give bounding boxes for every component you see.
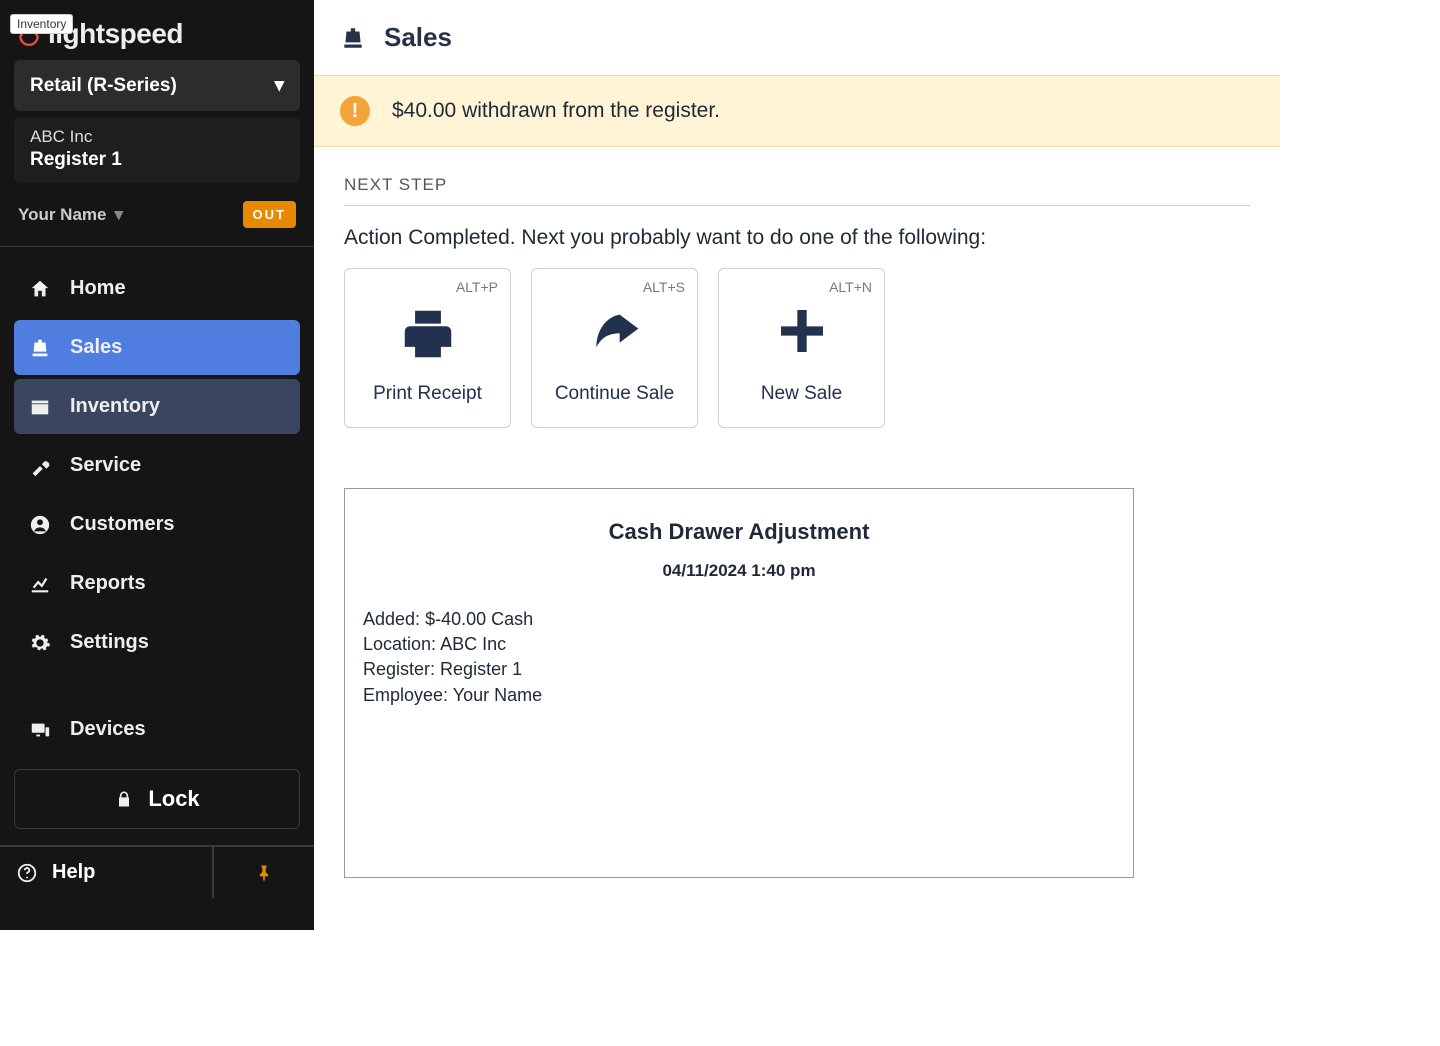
chevron-down-icon: ▾: [274, 74, 284, 97]
continue-sale-button[interactable]: ALT+S Continue Sale: [531, 268, 698, 428]
next-step-label: NEXT STEP: [344, 175, 1250, 206]
lock-icon: [114, 789, 134, 809]
receipt-panel: Cash Drawer Adjustment 04/11/2024 1:40 p…: [344, 488, 1134, 878]
nav-inventory[interactable]: Inventory: [14, 379, 300, 434]
nav-reports-label: Reports: [70, 572, 146, 595]
continue-sale-label: Continue Sale: [555, 383, 674, 405]
share-arrow-icon: [581, 303, 649, 359]
nav-sales-label: Sales: [70, 336, 122, 359]
next-step-instruction: Action Completed. Next you probably want…: [344, 226, 1250, 250]
plus-icon: [774, 303, 830, 359]
print-receipt-button[interactable]: ALT+P Print Receipt: [344, 268, 511, 428]
receipt-datetime: 04/11/2024 1:40 pm: [363, 561, 1115, 581]
nav-settings-label: Settings: [70, 631, 149, 654]
shortcut-label: ALT+N: [829, 279, 872, 295]
product-selector-label: Retail (R-Series): [30, 75, 177, 97]
notification-banner: ! $40.00 withdrawn from the register.: [314, 75, 1280, 147]
pin-button[interactable]: [214, 847, 314, 898]
nav-customers[interactable]: Customers: [14, 497, 300, 552]
shortcut-label: ALT+S: [643, 279, 685, 295]
print-receipt-label: Print Receipt: [373, 383, 482, 405]
receipt-employee-label: Employee:: [363, 685, 448, 705]
page-title: Sales: [384, 22, 452, 53]
receipt-location-value: ABC Inc: [440, 634, 506, 654]
nav-devices[interactable]: Devices: [14, 702, 300, 757]
nav-devices-label: Devices: [70, 718, 146, 741]
help-button[interactable]: Help: [0, 847, 214, 898]
tooltip-inventory: Inventory: [10, 14, 73, 34]
receipt-added-value: $-40.00 Cash: [425, 609, 533, 629]
register-icon: [28, 337, 52, 359]
main-nav: Home Sales Inventory Service: [0, 247, 314, 761]
nav-service-label: Service: [70, 454, 141, 477]
receipt-employee-value: Your Name: [453, 685, 542, 705]
inventory-icon: [28, 396, 52, 418]
caret-down-icon: ▾: [115, 205, 124, 225]
receipt-register-value: Register 1: [440, 659, 522, 679]
customers-icon: [28, 514, 52, 536]
clock-out-badge[interactable]: OUT: [243, 201, 296, 228]
location-register-block[interactable]: ABC Inc Register 1: [14, 117, 300, 183]
receipt-added-label: Added:: [363, 609, 420, 629]
home-icon: [28, 278, 52, 300]
receipt-details: Added: $-40.00 Cash Location: ABC Inc Re…: [363, 607, 1115, 708]
main-content: Sales ! $40.00 withdrawn from the regist…: [314, 0, 1280, 930]
shortcut-label: ALT+P: [456, 279, 498, 295]
company-name: ABC Inc: [30, 127, 284, 147]
help-icon: [16, 862, 38, 884]
new-sale-button[interactable]: ALT+N New Sale: [718, 268, 885, 428]
lock-label: Lock: [148, 786, 199, 812]
nav-service[interactable]: Service: [14, 438, 300, 493]
alert-icon: !: [340, 96, 370, 126]
nav-home[interactable]: Home: [14, 261, 300, 316]
nav-inventory-label: Inventory: [70, 395, 160, 418]
service-icon: [28, 455, 52, 477]
nav-home-label: Home: [70, 277, 126, 300]
help-label: Help: [52, 861, 95, 884]
receipt-register-label: Register:: [363, 659, 435, 679]
lock-button[interactable]: Lock: [14, 769, 300, 829]
user-menu[interactable]: Your Name ▾: [18, 205, 123, 225]
reports-icon: [28, 573, 52, 595]
devices-icon: [28, 719, 52, 741]
receipt-title: Cash Drawer Adjustment: [363, 519, 1115, 545]
register-name: Register 1: [30, 149, 284, 171]
user-name-label: Your Name: [18, 205, 107, 225]
page-header: Sales: [314, 0, 1280, 75]
notification-text: $40.00 withdrawn from the register.: [392, 99, 720, 123]
pin-icon: [254, 861, 274, 885]
receipt-location-label: Location:: [363, 634, 436, 654]
nav-settings[interactable]: Settings: [14, 615, 300, 670]
nav-customers-label: Customers: [70, 513, 174, 536]
new-sale-label: New Sale: [761, 383, 842, 405]
printer-icon: [397, 303, 459, 365]
register-icon: [340, 25, 366, 51]
sidebar: Inventory lightspeed Retail (R-Series) ▾…: [0, 0, 314, 930]
product-selector[interactable]: Retail (R-Series) ▾: [14, 60, 300, 111]
nav-reports[interactable]: Reports: [14, 556, 300, 611]
nav-sales[interactable]: Sales: [14, 320, 300, 375]
gear-icon: [28, 632, 52, 654]
